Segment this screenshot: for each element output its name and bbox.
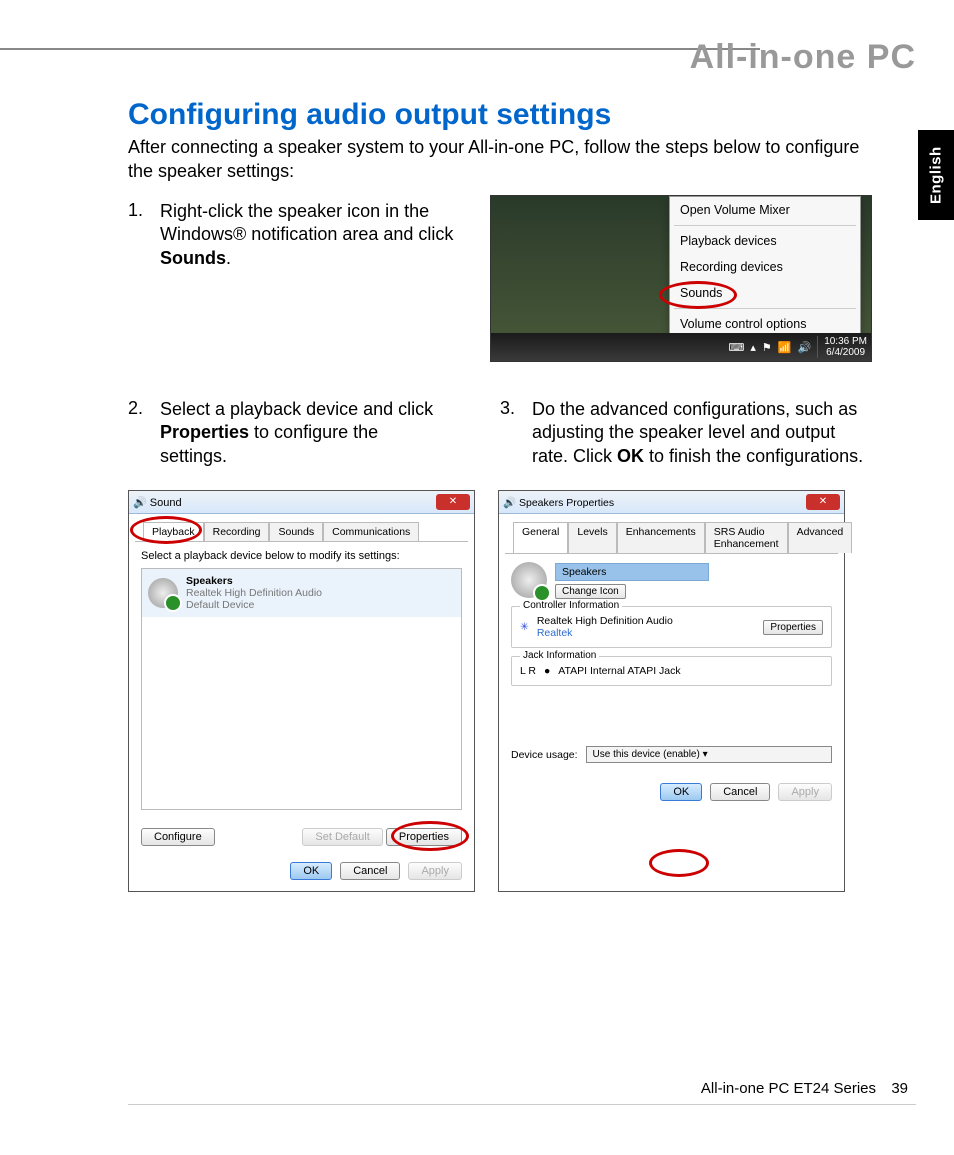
device-driver: Realtek High Definition Audio: [186, 587, 322, 599]
jack-dot-icon: ●: [544, 665, 550, 677]
volume-context-menu: Open Volume Mixer Playback devices Recor…: [669, 196, 861, 338]
playback-prompt: Select a playback device below to modify…: [141, 550, 462, 562]
speakers-properties-titlebar: 🔊 Speakers Properties ✕: [499, 491, 844, 514]
controller-vendor: Realtek: [537, 627, 756, 639]
highlight-playback-tab-oval: [130, 516, 202, 544]
menu-recording-devices[interactable]: Recording devices: [670, 254, 860, 280]
device-usage-value: Use this device (enable): [593, 749, 700, 760]
ok-button[interactable]: OK: [660, 783, 702, 801]
menu-separator: [674, 225, 856, 226]
speakers-properties-dialog: 🔊 Speakers Properties ✕ General Levels E…: [498, 490, 845, 892]
tab-recording[interactable]: Recording: [204, 522, 270, 541]
step-2-number: 2.: [128, 398, 143, 419]
controller-name: Realtek High Definition Audio: [537, 615, 756, 627]
device-usage-label: Device usage:: [511, 749, 578, 761]
speakers-properties-tabs: General Levels Enhancements SRS Audio En…: [505, 514, 838, 554]
step-2-bold: Properties: [160, 422, 249, 442]
step-3-text: Do the advanced configurations, such as …: [532, 398, 872, 468]
close-button[interactable]: ✕: [436, 494, 470, 510]
footer-rule: [128, 1104, 916, 1105]
speakers-properties-title: 🔊 Speakers Properties: [503, 496, 614, 509]
jack-information-group: Jack Information L R ● ATAPI Internal AT…: [511, 656, 832, 686]
sound-dialog-title-text: Sound: [150, 497, 182, 509]
header-rule: [0, 48, 760, 50]
language-tab: English: [918, 130, 954, 220]
tray-volume-icon[interactable]: 🔊: [797, 341, 811, 354]
close-button[interactable]: ✕: [806, 494, 840, 510]
speakers-properties-title-text: Speakers Properties: [519, 497, 614, 509]
tab-srs[interactable]: SRS Audio Enhancement: [705, 522, 788, 553]
step-1-bold: Sounds: [160, 248, 226, 268]
highlight-sounds-oval: [659, 281, 737, 309]
step-1-text-a: Right-click the speaker icon in the Wind…: [160, 201, 453, 244]
jack-lr: L R: [520, 665, 536, 677]
device-name-field[interactable]: Speakers: [555, 563, 709, 581]
ok-button[interactable]: OK: [290, 862, 332, 880]
step-1-text: Right-click the speaker icon in the Wind…: [160, 200, 460, 270]
cancel-button[interactable]: Cancel: [340, 862, 400, 880]
tray-time: 10:36 PM: [824, 336, 867, 347]
footer-model: All-in-one PC ET24 Series: [701, 1080, 876, 1097]
realtek-icon: ✳: [520, 621, 529, 633]
step-1-text-c: .: [226, 248, 231, 268]
sound-titlebar: 🔊 Sound ✕: [129, 491, 474, 514]
controller-properties-button[interactable]: Properties: [763, 620, 823, 635]
set-default-button[interactable]: Set Default: [302, 828, 382, 846]
tab-communications[interactable]: Communications: [323, 522, 419, 541]
tray-flag-icon[interactable]: ⚑: [762, 341, 772, 354]
tray-clock[interactable]: 10:36 PM 6/4/2009: [817, 336, 867, 358]
tab-sounds[interactable]: Sounds: [269, 522, 323, 541]
tab-levels[interactable]: Levels: [568, 522, 616, 553]
screenshot-context-menu: Open Volume Mixer Playback devices Recor…: [490, 195, 872, 362]
step-2-text: Select a playback device and click Prope…: [160, 398, 450, 468]
apply-button[interactable]: Apply: [778, 783, 832, 801]
step-3-bold: OK: [617, 446, 644, 466]
jack-info-label: Jack Information: [520, 650, 599, 661]
highlight-ok-button-oval: [649, 849, 709, 877]
menu-open-volume-mixer[interactable]: Open Volume Mixer: [670, 197, 860, 223]
step-2-text-a: Select a playback device and click: [160, 399, 433, 419]
tray-keyboard-icon[interactable]: ⌨: [728, 341, 744, 354]
tab-general[interactable]: General: [513, 522, 568, 553]
configure-button[interactable]: Configure: [141, 828, 215, 846]
device-name: Speakers: [186, 575, 233, 587]
tray-network-icon[interactable]: 📶: [778, 341, 792, 354]
change-icon-button[interactable]: Change Icon: [555, 584, 626, 599]
apply-button[interactable]: Apply: [408, 862, 462, 880]
tray-date: 6/4/2009: [824, 347, 867, 358]
speaker-icon: [511, 562, 547, 598]
playback-device-speakers[interactable]: Speakers Realtek High Definition Audio D…: [142, 569, 461, 617]
controller-information-group: Controller Information ✳ Realtek High De…: [511, 606, 832, 648]
tab-advanced[interactable]: Advanced: [788, 522, 853, 553]
sound-dialog-title: 🔊 Sound: [133, 496, 182, 509]
page-number: 39: [891, 1080, 908, 1097]
device-usage-dropdown[interactable]: Use this device (enable) ▾: [586, 746, 832, 763]
tab-enhancements[interactable]: Enhancements: [617, 522, 705, 553]
device-status: Default Device: [186, 599, 254, 611]
speaker-icon: [148, 578, 178, 608]
device-usage-row: Device usage: Use this device (enable) ▾: [511, 746, 832, 763]
controller-info-label: Controller Information: [520, 600, 622, 611]
cancel-button[interactable]: Cancel: [710, 783, 770, 801]
tray-show-hidden-icon[interactable]: ▴: [750, 341, 756, 354]
playback-device-list[interactable]: Speakers Realtek High Definition Audio D…: [141, 568, 462, 810]
step-1-number: 1.: [128, 200, 143, 221]
menu-playback-devices[interactable]: Playback devices: [670, 228, 860, 254]
page-heading: Configuring audio output settings: [128, 98, 611, 132]
jack-text: ATAPI Internal ATAPI Jack: [558, 665, 680, 677]
highlight-properties-button-oval: [391, 821, 469, 851]
step-3-text-c: to finish the configurations.: [644, 446, 863, 466]
intro-text: After connecting a speaker system to you…: [128, 135, 868, 184]
windows-taskbar: ⌨ ▴ ⚑ 📶 🔊 10:36 PM 6/4/2009: [491, 333, 871, 361]
step-3-number: 3.: [500, 398, 515, 419]
product-title: All-in-one PC: [690, 38, 916, 77]
